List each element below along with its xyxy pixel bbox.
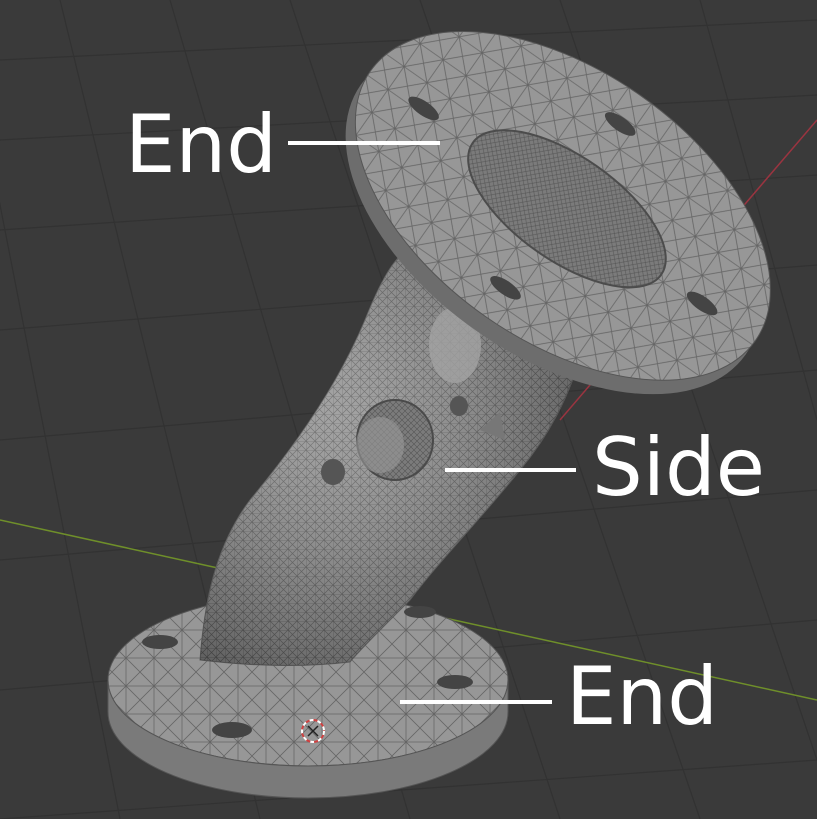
side-hole-small <box>321 459 345 485</box>
3d-viewport[interactable]: End Side End <box>0 0 817 819</box>
side-label: Side <box>592 421 765 514</box>
top-end-label: End <box>125 98 277 191</box>
bottom-end-label: End <box>566 650 718 743</box>
